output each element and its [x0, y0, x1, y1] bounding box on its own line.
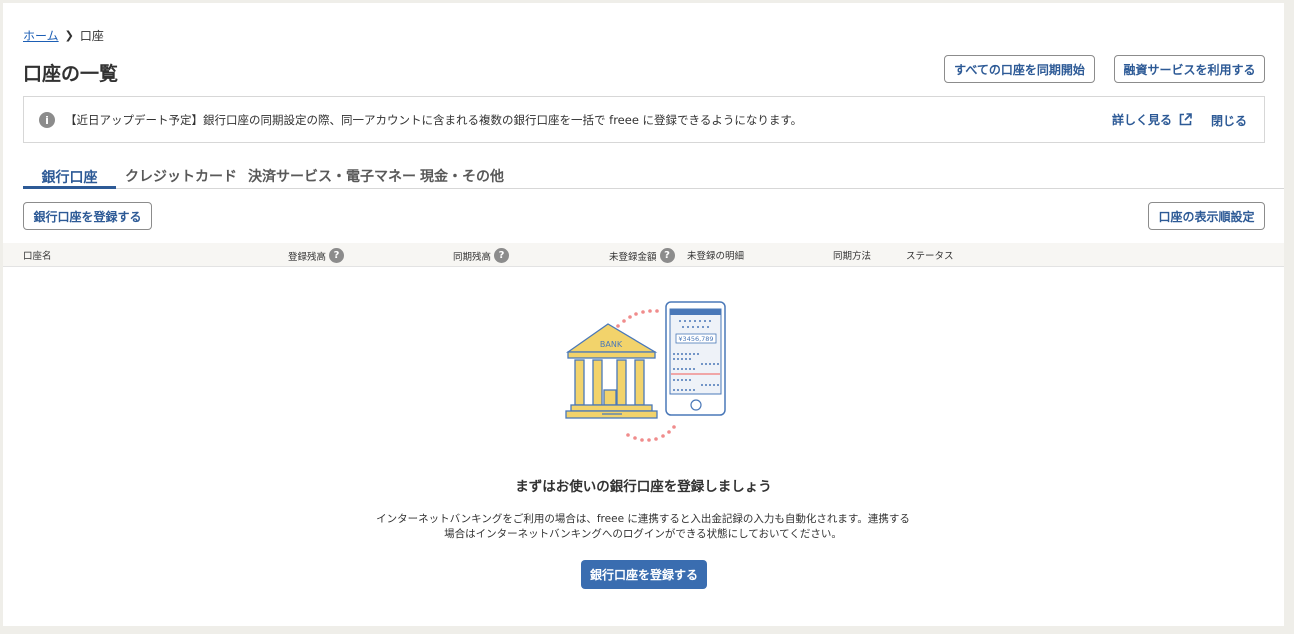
empty-desc-line2: 場合はインターネットバンキングへのログインができる状態にしておいてください。 — [444, 528, 842, 540]
smartphone-icon — [665, 301, 726, 416]
help-icon[interactable]: ? — [494, 248, 510, 263]
help-icon[interactable]: ? — [659, 248, 675, 263]
breadcrumb-home-link[interactable]: ホーム — [23, 27, 59, 44]
external-link-icon — [1179, 113, 1192, 126]
column-label: 同期残高 — [453, 251, 492, 263]
breadcrumb: ホーム ❯ 口座 — [23, 27, 104, 44]
loan-service-button[interactable]: 融資サービスを利用する — [1114, 55, 1265, 83]
empty-desc-line1: インターネットバンキングをご利用の場合は、freee に連携すると入出金記録の入… — [376, 513, 910, 525]
notice-more-label: 詳しく見る — [1112, 113, 1173, 127]
table-header: 口座名 登録残高 ? 同期残高 ? 未登録金額 ? 未登録の明細 同期方法 ステ… — [3, 243, 1284, 267]
register-bank-account-button[interactable]: 銀行口座を登録する — [23, 202, 152, 230]
column-label: 同期方法 — [833, 251, 872, 262]
account-type-tabs: 銀行口座 クレジットカード 決済サービス・電子マネー 現金・その他 — [23, 161, 1284, 189]
notice-text: 【近日アップデート予定】銀行口座の同期設定の際、同一アカウントに含まれる複数の銀… — [65, 113, 803, 127]
notice-close-link[interactable]: 閉じる — [1211, 112, 1247, 129]
bank-sign-text: BANK — [600, 340, 623, 349]
column-sync-method: 同期方法 — [833, 248, 871, 262]
tab-bank-accounts[interactable]: 銀行口座 — [23, 161, 116, 189]
column-registered-balance: 登録残高 ? — [288, 248, 345, 263]
column-label: ステータス — [906, 251, 954, 262]
column-unregistered-amount: 未登録金額 ? — [609, 248, 675, 263]
bank-building-icon — [565, 323, 658, 419]
tab-payment-services[interactable]: 決済サービス・電子マネー — [248, 161, 416, 189]
empty-state-description: インターネットバンキングをご利用の場合は、freee に連携すると入出金記録の入… — [363, 512, 923, 542]
column-status: ステータス — [906, 248, 954, 262]
column-label: 未登録金額 — [609, 251, 657, 263]
column-label: 口座名 — [23, 251, 52, 262]
display-order-button[interactable]: 口座の表示順設定 — [1148, 202, 1265, 230]
notice-more-link[interactable]: 詳しく見る — [1112, 111, 1192, 128]
sync-all-button[interactable]: すべての口座を同期開始 — [944, 55, 1095, 83]
column-unregistered-details: 未登録の明細 — [687, 248, 744, 262]
column-label: 未登録の明細 — [687, 251, 745, 262]
chevron-right-icon: ❯ — [64, 29, 74, 42]
column-account-name: 口座名 — [23, 248, 52, 262]
update-notice: i 【近日アップデート予定】銀行口座の同期設定の際、同一アカウントに含まれる複数… — [23, 96, 1265, 143]
page-title: 口座の一覧 — [23, 63, 119, 85]
info-icon: i — [39, 112, 55, 128]
bank-phone-illustration: BANK ¥3456,789 — [565, 301, 726, 442]
tab-cash-other[interactable]: 現金・その他 — [420, 161, 504, 189]
help-icon[interactable]: ? — [329, 248, 345, 263]
column-synced-balance: 同期残高 ? — [453, 248, 510, 263]
phone-amount-text: ¥3456,789 — [678, 335, 713, 343]
register-bank-account-primary-button[interactable]: 銀行口座を登録する — [581, 560, 707, 589]
breadcrumb-current: 口座 — [79, 29, 104, 43]
main-panel: ホーム ❯ 口座 口座の一覧 すべての口座を同期開始 融資サービスを利用する i… — [3, 3, 1284, 626]
empty-state-title: まずはお使いの銀行口座を登録しましょう — [515, 479, 772, 495]
tab-credit-cards[interactable]: クレジットカード — [125, 161, 237, 189]
column-label: 登録残高 — [288, 251, 327, 263]
